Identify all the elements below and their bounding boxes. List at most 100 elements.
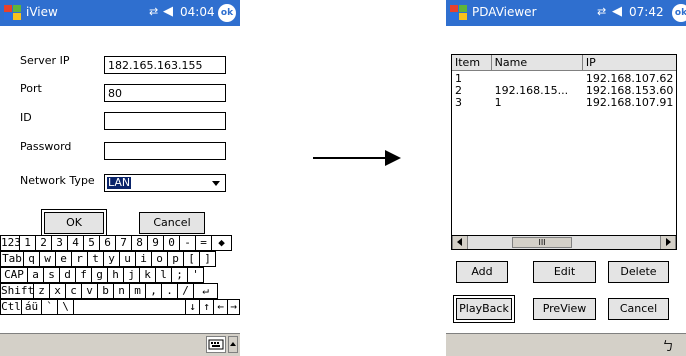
list-row[interactable]: 2 192.168.15... 192.168.153.60	[452, 85, 676, 97]
key-minus[interactable]: -	[180, 235, 196, 251]
key-t[interactable]: t	[88, 251, 104, 267]
key-backslash[interactable]: \	[58, 299, 74, 315]
key-equals[interactable]: =	[196, 235, 212, 251]
cancel-button[interactable]: Cancel	[139, 212, 205, 234]
column-header-ip[interactable]: IP	[582, 55, 676, 71]
key-j[interactable]: j	[124, 267, 140, 283]
clock[interactable]: 07:42	[629, 5, 664, 19]
key-s[interactable]: s	[44, 267, 60, 283]
key-accents[interactable]: áü	[22, 299, 42, 315]
delete-button[interactable]: Delete	[608, 261, 669, 283]
connectivity-icon[interactable]: ⇄	[597, 5, 606, 18]
key-8[interactable]: 8	[132, 235, 148, 251]
key-e[interactable]: e	[56, 251, 72, 267]
key-h[interactable]: h	[108, 267, 124, 283]
windows-start-icon[interactable]	[449, 3, 469, 23]
key-3[interactable]: 3	[52, 235, 68, 251]
preview-button[interactable]: PreView	[533, 298, 596, 320]
list-row[interactable]: 3 1 192.168.107.91	[452, 97, 676, 109]
key-a[interactable]: a	[28, 267, 44, 283]
key-1[interactable]: 1	[20, 235, 36, 251]
network-type-select[interactable]: LAN	[104, 174, 226, 192]
space-key[interactable]	[74, 299, 186, 315]
server-ip-field[interactable]: 182.165.163.155	[104, 56, 226, 74]
arrow-right-icon	[385, 150, 401, 166]
key-f[interactable]: f	[76, 267, 92, 283]
id-field[interactable]	[104, 112, 226, 130]
device-list[interactable]: Item Name IP 1 192.168.107.62 2 192.168.…	[451, 54, 677, 250]
key-right-arrow[interactable]: →	[228, 299, 240, 315]
key-down-arrow[interactable]: ↓	[186, 299, 200, 315]
column-header-name[interactable]: Name	[491, 55, 583, 71]
key-z[interactable]: z	[34, 283, 50, 299]
key-backtick[interactable]: `	[42, 299, 58, 315]
key-d[interactable]: d	[60, 267, 76, 283]
add-button[interactable]: Add	[456, 261, 508, 283]
cancel-button[interactable]: Cancel	[608, 298, 669, 320]
speaker-icon[interactable]: ◀	[612, 4, 622, 19]
key-q[interactable]: q	[24, 251, 40, 267]
key-right-bracket[interactable]: ]	[200, 251, 216, 267]
horizontal-scrollbar[interactable]: III	[452, 235, 676, 249]
key-y[interactable]: y	[104, 251, 120, 267]
backspace-key[interactable]: ◆	[212, 235, 232, 251]
key-ctl[interactable]: Ctl	[0, 299, 22, 315]
ime-icon[interactable]: ㄅ	[662, 337, 674, 354]
key-9[interactable]: 9	[148, 235, 164, 251]
key-period[interactable]: .	[162, 283, 178, 299]
key-quote[interactable]: '	[188, 267, 204, 283]
playback-button[interactable]: PlayBack	[453, 295, 515, 323]
key-2[interactable]: 2	[36, 235, 52, 251]
speaker-icon[interactable]: ◀	[163, 4, 173, 19]
key-r[interactable]: r	[72, 251, 88, 267]
key-i[interactable]: i	[136, 251, 152, 267]
key-up-arrow[interactable]: ↑	[200, 299, 214, 315]
key-5[interactable]: 5	[84, 235, 100, 251]
key-left-arrow[interactable]: ←	[214, 299, 228, 315]
key-slash[interactable]: /	[178, 283, 194, 299]
scroll-thumb[interactable]: III	[512, 237, 572, 248]
list-row[interactable]: 1 192.168.107.62	[452, 73, 676, 85]
port-field[interactable]: 80	[104, 84, 226, 102]
key-0[interactable]: 0	[164, 235, 180, 251]
sip-menu-arrow-icon[interactable]	[228, 336, 238, 353]
password-field[interactable]	[104, 142, 226, 160]
key-left-bracket[interactable]: [	[184, 251, 200, 267]
key-123[interactable]: 123	[0, 235, 21, 251]
key-m[interactable]: m	[130, 283, 146, 299]
key-l[interactable]: l	[156, 267, 172, 283]
key-v[interactable]: v	[82, 283, 98, 299]
key-6[interactable]: 6	[100, 235, 116, 251]
enter-key[interactable]: ↵	[194, 283, 218, 299]
edit-button[interactable]: Edit	[533, 261, 596, 283]
cell-ip: 192.168.107.91	[585, 97, 674, 109]
key-comma[interactable]: ,	[146, 283, 162, 299]
key-k[interactable]: k	[140, 267, 156, 283]
key-b[interactable]: b	[98, 283, 114, 299]
key-7[interactable]: 7	[116, 235, 132, 251]
connectivity-icon[interactable]: ⇄	[149, 5, 158, 18]
key-caps[interactable]: CAP	[0, 267, 28, 283]
scroll-right-icon[interactable]	[660, 236, 676, 249]
clock[interactable]: 04:04	[180, 5, 215, 19]
key-tab[interactable]: Tab	[0, 251, 24, 267]
ok-title-button[interactable]: ok	[672, 4, 686, 22]
windows-start-icon[interactable]	[3, 3, 23, 23]
key-n[interactable]: n	[114, 283, 130, 299]
key-g[interactable]: g	[92, 267, 108, 283]
key-x[interactable]: x	[50, 283, 66, 299]
key-4[interactable]: 4	[68, 235, 84, 251]
key-o[interactable]: o	[152, 251, 168, 267]
scroll-left-icon[interactable]	[452, 236, 468, 249]
key-p[interactable]: p	[168, 251, 184, 267]
key-c[interactable]: c	[66, 283, 82, 299]
key-u[interactable]: u	[120, 251, 136, 267]
key-semicolon[interactable]: ;	[172, 267, 188, 283]
column-header-item[interactable]: Item	[452, 55, 492, 71]
key-w[interactable]: w	[40, 251, 56, 267]
app-title: PDAViewer	[472, 5, 537, 19]
key-shift[interactable]: Shift	[0, 283, 34, 299]
ok-title-button[interactable]: ok	[218, 4, 236, 22]
keyboard-icon[interactable]	[206, 336, 226, 353]
ok-button[interactable]: OK	[41, 209, 107, 237]
